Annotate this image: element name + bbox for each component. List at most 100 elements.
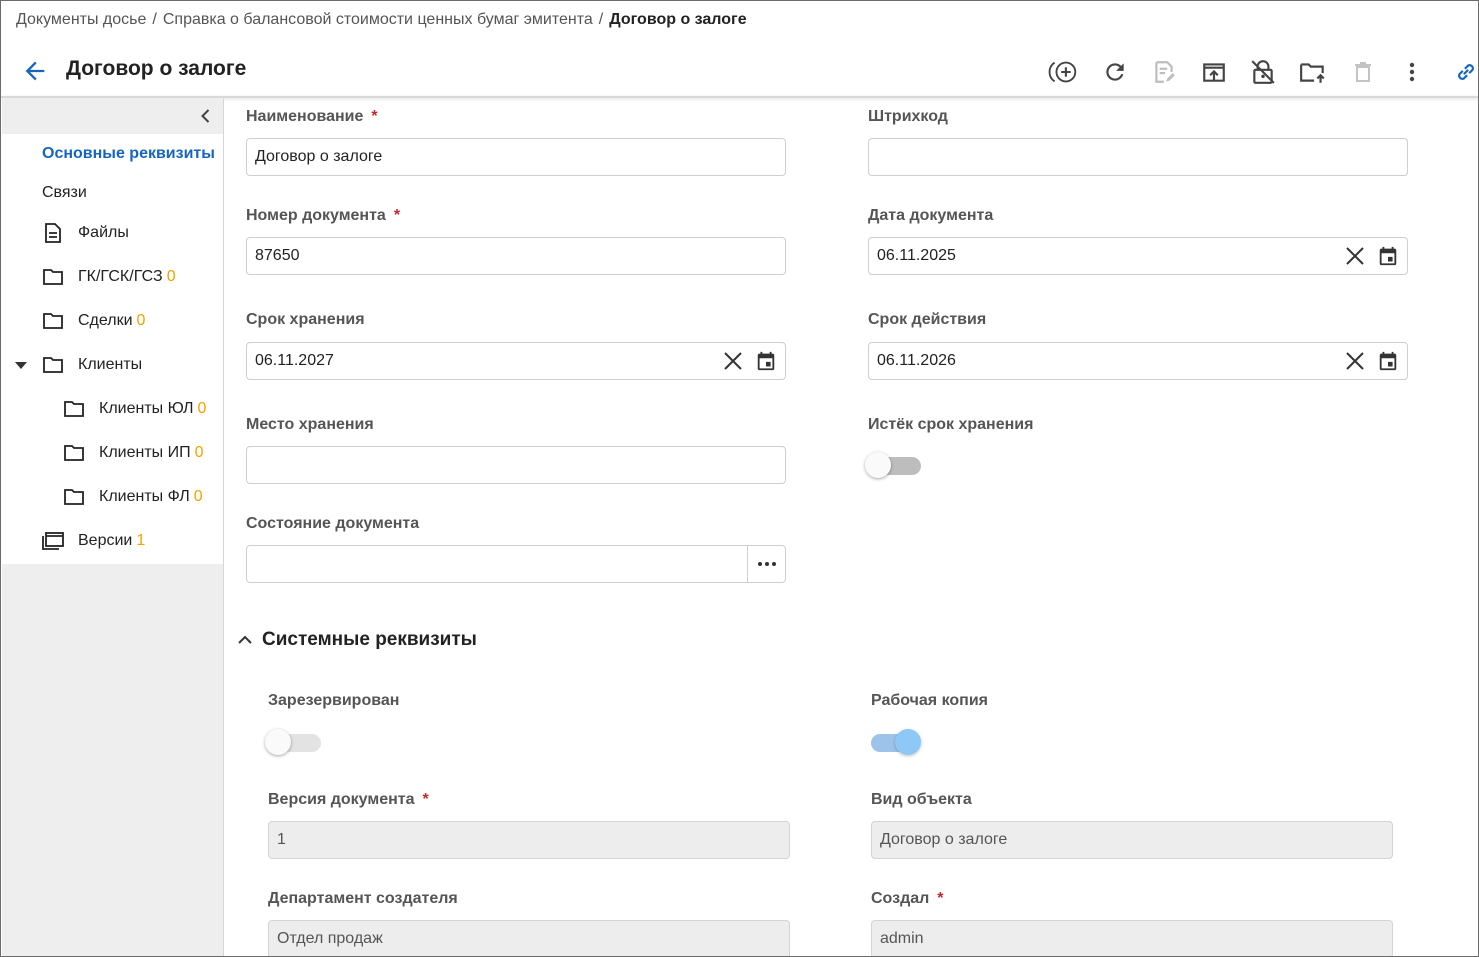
validity-term-date-input[interactable]: 06.11.2026: [868, 342, 1408, 380]
sidebar-nav-panel: Основные реквизиты Связи Файлы ГК/ГСК/ГС…: [2, 134, 223, 564]
folder-icon: [42, 311, 64, 331]
folder-icon: [42, 355, 64, 375]
doc-date-input[interactable]: 06.11.2025: [868, 237, 1408, 275]
storage-expired-label: Истёк срок хранения: [868, 416, 1034, 433]
created-by-field: admin: [871, 920, 1393, 956]
field-value: 1: [277, 831, 286, 848]
unlock-document-icon[interactable]: [1247, 57, 1279, 87]
field-value: Договор о залоге: [255, 148, 383, 165]
refresh-icon[interactable]: [1099, 57, 1131, 87]
folder-icon: [42, 267, 64, 287]
field-value: 87650: [255, 247, 300, 264]
sidebar-item-label: Клиенты ФЛ: [99, 488, 190, 505]
created-by-label: Создал *: [871, 890, 944, 908]
sidebar-item-label: Сделки: [78, 312, 133, 329]
clear-icon[interactable]: [723, 351, 743, 371]
sidebar-item-clients[interactable]: Клиенты: [42, 351, 142, 379]
folder-move-icon[interactable]: [1297, 57, 1329, 87]
barcode-label: Штрихкод: [868, 108, 948, 125]
working-copy-label: Рабочая копия: [871, 692, 988, 709]
upload-box-icon[interactable]: [1198, 57, 1230, 87]
count-badge: 0: [136, 312, 146, 329]
sidebar-item-clients-legal[interactable]: Клиенты ЮЛ 0: [63, 395, 206, 423]
creator-department-field: Отдел продаж: [268, 920, 790, 956]
folder-icon: [63, 399, 85, 419]
toggle-knob: [865, 452, 891, 478]
calendar-icon[interactable]: [1377, 245, 1399, 267]
doc-state-select[interactable]: [246, 545, 786, 583]
title-bar: Договор о залоге: [1, 51, 1478, 95]
field-value: Отдел продаж: [277, 930, 383, 947]
breadcrumb-item-dossier-docs[interactable]: Документы досье: [16, 11, 146, 28]
count-badge: 0: [166, 268, 176, 285]
working-copy-toggle[interactable]: [863, 725, 923, 755]
sidebar-item-label: Клиенты ИП: [99, 444, 191, 461]
breadcrumb: Документы досье / Справка о балансовой сто…: [16, 11, 747, 29]
field-value: 06.11.2027: [255, 352, 334, 369]
clear-icon[interactable]: [1345, 351, 1365, 371]
label-text: Версия документа: [268, 791, 415, 808]
back-arrow-icon[interactable]: [21, 57, 49, 85]
required-mark: *: [937, 890, 944, 907]
link-icon[interactable]: [1450, 57, 1478, 87]
breadcrumb-separator: /: [152, 11, 157, 28]
calendar-icon[interactable]: [1377, 350, 1399, 372]
required-mark: *: [422, 791, 429, 808]
more-horizontal-icon[interactable]: [747, 546, 785, 582]
toggle-knob: [265, 729, 291, 755]
file-icon: [42, 223, 64, 243]
reserved-label: Зарезервирован: [268, 692, 400, 709]
storage-place-input[interactable]: [246, 446, 786, 484]
edit-document-icon[interactable]: [1148, 57, 1180, 87]
more-vertical-icon[interactable]: [1396, 57, 1428, 87]
name-label: Наименование *: [246, 108, 378, 126]
field-value: Договор о залоге: [880, 831, 1008, 848]
section-title: Системные реквизиты: [262, 629, 477, 650]
count-badge: 0: [197, 400, 207, 417]
delete-icon[interactable]: [1347, 57, 1379, 87]
system-section-header[interactable]: Системные реквизиты: [236, 629, 477, 651]
sidebar-item-label: Клиенты: [78, 356, 143, 373]
sidebar-item-label: Основные реквизиты: [42, 145, 215, 162]
storage-place-label: Место хранения: [246, 416, 374, 433]
sidebar-item-versions[interactable]: Версии 1: [42, 527, 145, 555]
sidebar-item-label: Файлы: [78, 224, 129, 241]
sidebar-item-files[interactable]: Файлы: [42, 219, 129, 247]
storage-expired-toggle[interactable]: [865, 448, 925, 478]
storage-term-date-input[interactable]: 06.11.2027: [246, 342, 786, 380]
versions-icon: [42, 531, 64, 551]
sidebar-item-label: Версии: [78, 532, 133, 549]
sidebar-item-clients-individual[interactable]: Клиенты ФЛ 0: [63, 483, 203, 511]
breadcrumb-current: Договор о залоге: [609, 11, 747, 28]
doc-number-label: Номер документа *: [246, 207, 400, 225]
required-mark: *: [393, 207, 401, 224]
sidebar-item-main-attributes[interactable]: Основные реквизиты: [42, 140, 215, 168]
breadcrumb-item-balance-reference[interactable]: Справка о балансовой стоимости ценных бу…: [163, 11, 593, 28]
storage-term-label: Срок хранения: [246, 311, 365, 328]
breadcrumb-separator: /: [598, 11, 604, 28]
sidebar-item-links[interactable]: Связи: [42, 179, 87, 207]
label-text: Наименование: [246, 108, 364, 125]
sidebar-item-label: Клиенты ЮЛ: [99, 400, 194, 417]
reserved-toggle[interactable]: [265, 725, 325, 755]
sidebar-item-clients-ip[interactable]: Клиенты ИП 0: [63, 439, 204, 467]
name-input[interactable]: Договор о залоге: [246, 138, 786, 176]
sidebar-item-deals[interactable]: Сделки 0: [42, 307, 145, 335]
clear-icon[interactable]: [1345, 246, 1365, 266]
folder-icon: [63, 443, 85, 463]
app-window: Документы досье / Справка о балансовой сто…: [0, 0, 1479, 957]
doc-version-field: 1: [268, 821, 790, 859]
page-title: Договор о залоге: [66, 57, 247, 80]
sidebar-item-gk-gsk-gsz[interactable]: ГК/ГСК/ГСЗ 0: [42, 263, 176, 291]
collapse-sidebar-icon[interactable]: [196, 106, 216, 126]
sidebar-item-label: Связи: [42, 184, 87, 201]
object-type-label: Вид объекта: [871, 791, 972, 808]
count-badge: 0: [194, 444, 204, 461]
expand-triangle-icon[interactable]: [14, 358, 28, 372]
calendar-icon[interactable]: [755, 350, 777, 372]
doc-number-input[interactable]: 87650: [246, 237, 786, 275]
field-value: 06.11.2026: [877, 352, 956, 369]
barcode-input[interactable]: [868, 138, 1408, 176]
chevron-up-icon: [238, 635, 252, 644]
add-circle-icon[interactable]: [1048, 57, 1080, 87]
